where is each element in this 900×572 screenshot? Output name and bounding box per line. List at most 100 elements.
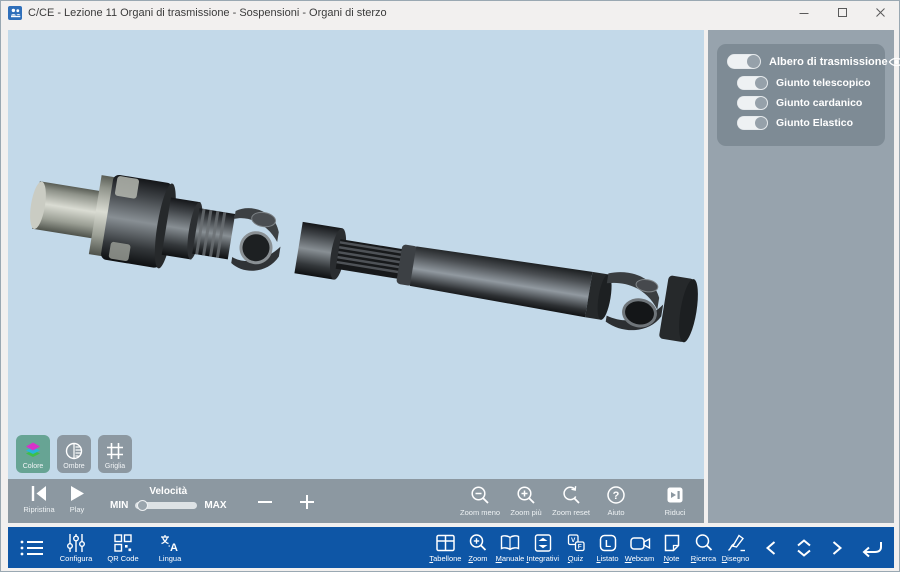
zoom-reset-button[interactable]: Zoom reset (552, 479, 590, 523)
lingua-label: Lingua (159, 554, 182, 563)
help-button[interactable]: ? Aiuto (599, 479, 633, 523)
plus-button[interactable] (299, 494, 315, 510)
zoom-in-button[interactable]: Zoom più (509, 479, 543, 523)
layers-panel: Albero di trasmissione Giunto telescopic… (717, 44, 885, 146)
velocity-slider[interactable] (135, 502, 197, 509)
cardanico-toggle[interactable] (737, 96, 768, 110)
elastico-toggle[interactable] (737, 116, 768, 130)
zoom-cluster: Zoom meno Zoom più Zoom reset (460, 479, 692, 523)
collapse-label: Riduci (665, 508, 686, 517)
layers-sidebar: Albero di trasmissione Giunto telescopic… (708, 30, 894, 523)
svg-text:?: ? (613, 490, 620, 502)
tabellone-button[interactable]: Tabellone (429, 533, 461, 563)
speed-stepper (257, 479, 315, 523)
ripristina-label: Ripristina (23, 505, 54, 514)
board-grid-icon (435, 533, 456, 553)
return-icon[interactable] (860, 538, 884, 558)
titlebar: C/CE - Lezione 11 Organi di trasmissione… (1, 1, 899, 24)
note-button[interactable]: Note (656, 533, 687, 563)
albero-label: Albero di trasmissione (769, 56, 888, 68)
note-page-icon (662, 533, 682, 553)
layer-row-albero[interactable]: Albero di trasmissione (727, 54, 877, 69)
webcam-icon (629, 533, 651, 553)
play-icon (68, 485, 86, 502)
svg-text:F: F (577, 543, 581, 550)
layer-row-telescopico[interactable]: Giunto telescopico (737, 76, 877, 90)
svg-text:L: L (604, 539, 610, 550)
menu-list-icon (19, 538, 45, 558)
layer-row-elastico[interactable]: Giunto Elastico (737, 116, 877, 130)
ombre-button[interactable]: Ombre (57, 435, 91, 473)
svg-text:A: A (170, 542, 178, 553)
layer-row-cardanico[interactable]: Giunto cardanico (737, 96, 877, 110)
velocity-slider-knob[interactable] (137, 500, 148, 511)
qr-code-label: QR Code (107, 554, 138, 563)
listato-label: Listato (596, 554, 618, 563)
menu-list-button[interactable] (18, 538, 46, 558)
open-book-icon (499, 533, 521, 553)
integrativi-button[interactable]: Integrativi (526, 533, 559, 563)
eye-icon[interactable] (888, 56, 900, 68)
elastico-label: Giunto Elastico (776, 117, 877, 129)
zoom-button[interactable]: Zoom (462, 533, 493, 563)
webcam-button[interactable]: Webcam (624, 533, 655, 563)
zoom-out-button[interactable]: Zoom meno (460, 479, 500, 523)
minimize-button[interactable] (785, 1, 823, 24)
manuale-label: Manuale (496, 554, 525, 563)
quiz-label: Quiz (568, 554, 583, 563)
lingua-button[interactable]: A Lingua (153, 533, 187, 563)
configura-label: Configura (60, 554, 93, 563)
maximize-button[interactable] (823, 1, 861, 24)
manuale-button[interactable]: Manuale (494, 533, 525, 563)
zoom-out-label: Zoom meno (460, 508, 500, 517)
disegno-label: Disegno (722, 554, 750, 563)
colore-button[interactable]: Colore (16, 435, 50, 473)
chevron-up-down-icon[interactable] (794, 537, 814, 559)
qr-code-icon (113, 533, 133, 553)
telescopico-toggle[interactable] (737, 76, 768, 90)
sliders-icon (65, 533, 87, 553)
magnifier-plus-icon (468, 533, 488, 553)
toolbar-right-group: Tabellone Zoom Manuale Integr (429, 533, 751, 563)
model-viewport[interactable]: Colore Ombre Griglia (8, 30, 704, 523)
telescopico-label: Giunto telescopico (776, 77, 877, 89)
chevron-left-icon[interactable] (763, 538, 779, 558)
collapse-button[interactable]: Riduci (658, 479, 692, 523)
view-options: Colore Ombre Griglia (16, 435, 132, 473)
zoom-in-label: Zoom più (510, 508, 541, 517)
albero-toggle[interactable] (727, 54, 761, 69)
color-layers-icon (22, 439, 44, 463)
zoom-reset-label: Zoom reset (552, 508, 590, 517)
shadow-sphere-icon (64, 439, 84, 463)
cardanico-label: Giunto cardanico (776, 97, 877, 109)
configura-button[interactable]: Configura (59, 533, 93, 563)
translate-icon: A (159, 533, 181, 553)
velocity-control: Velocità MIN MAX (110, 479, 227, 523)
ricerca-label: Ricerca (691, 554, 716, 563)
zoom-label: Zoom (468, 554, 487, 563)
quiz-vf-icon: V F (566, 533, 586, 553)
play-button[interactable]: Play (58, 479, 96, 523)
disegno-button[interactable]: Disegno (720, 533, 751, 563)
zoom-in-icon (516, 485, 536, 505)
ricerca-button[interactable]: Ricerca (688, 533, 719, 563)
grid-icon (105, 439, 125, 463)
webcam-label: Webcam (625, 554, 654, 563)
close-button[interactable] (861, 1, 899, 24)
zoom-reset-icon (561, 485, 581, 505)
listato-button[interactable]: L Listato (592, 533, 623, 563)
chevron-right-icon[interactable] (829, 538, 845, 558)
play-label: Play (70, 505, 85, 514)
skip-to-start-icon (28, 485, 50, 502)
griglia-button[interactable]: Griglia (98, 435, 132, 473)
colore-label: Colore (23, 463, 44, 473)
qr-code-button[interactable]: QR Code (106, 533, 140, 563)
quiz-button[interactable]: V F Quiz (560, 533, 591, 563)
main-toolbar: Configura QR Code A Lingua (8, 527, 894, 568)
collapse-panel-icon (665, 485, 685, 505)
note-label: Note (664, 554, 680, 563)
toolbar-left-group: Configura QR Code A Lingua (18, 533, 187, 563)
zoom-out-icon (470, 485, 490, 505)
ripristina-button[interactable]: Ripristina (20, 479, 58, 523)
minus-button[interactable] (257, 494, 273, 510)
